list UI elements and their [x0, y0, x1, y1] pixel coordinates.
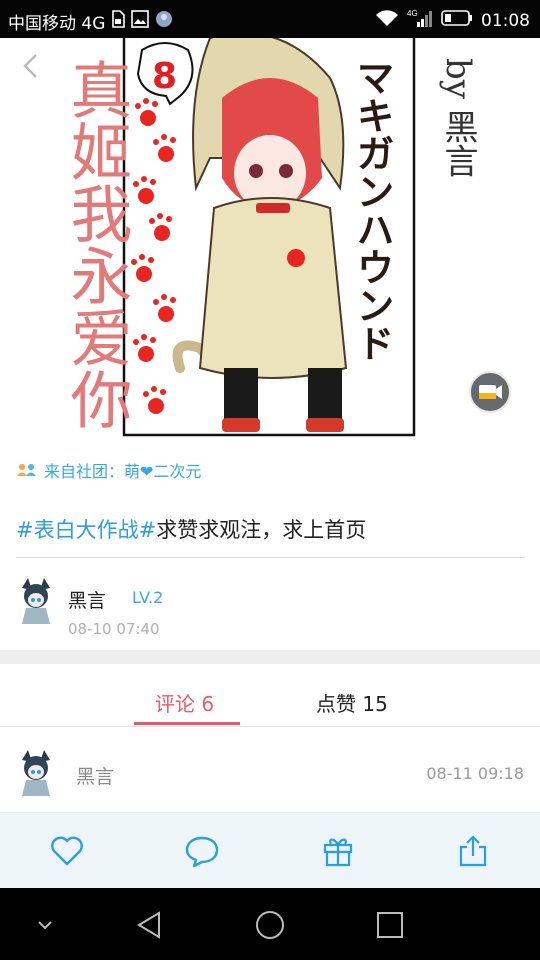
comment-button[interactable]: [184, 833, 220, 869]
hide-nav-button[interactable]: [28, 908, 62, 942]
badge-number: 8: [152, 56, 177, 97]
signature-text: by 黑言: [438, 58, 478, 178]
square-recents-icon: [377, 912, 403, 938]
divider: [16, 557, 525, 558]
battery-icon: [441, 9, 473, 32]
system-nav-bar: [0, 888, 540, 960]
hashtag-link[interactable]: #表白大作战#: [16, 518, 156, 542]
nav-back-button[interactable]: [133, 908, 167, 942]
section-separator: [0, 650, 540, 664]
share-button[interactable]: [455, 833, 491, 869]
avatar[interactable]: [16, 578, 56, 624]
network-type: 4G: [407, 9, 418, 18]
share-icon: [459, 835, 487, 867]
chevron-left-icon: [23, 54, 37, 78]
nav-recents-button[interactable]: [373, 908, 407, 942]
triangle-back-icon: [137, 911, 160, 939]
nav-home-button[interactable]: [253, 908, 287, 942]
circle-home-icon: [256, 911, 284, 939]
group-icon: [17, 464, 36, 476]
wifi-icon: [375, 9, 399, 32]
post-image[interactable]: 真姬我永爱你 by 黑言 マキガンハウンド 8: [0, 32, 540, 440]
illustration: 真姬我永爱你 by 黑言 マキガンハウンド 8: [60, 32, 478, 437]
author-info[interactable]: 黑言 LV.2 08-10 07:40: [16, 578, 526, 638]
tab-comments[interactable]: 评论 6: [155, 688, 214, 717]
carrier-text: 中国移动 4G: [8, 14, 106, 34]
post-timestamp: 08-10 07:40: [68, 620, 160, 638]
club-link[interactable]: 来自社团：萌❤二次元: [16, 458, 201, 482]
comment-like-tabs: 评论 6 点赞 15: [0, 664, 540, 727]
side-text-right: マキガンハウンド: [350, 58, 394, 362]
level-badge: LV.2: [132, 588, 164, 607]
gallery-icon: [131, 10, 150, 33]
camera-icon: [479, 385, 502, 399]
gift-button[interactable]: [320, 833, 356, 869]
back-button[interactable]: [18, 52, 46, 80]
like-button[interactable]: [49, 833, 85, 869]
clock: 01:08: [481, 10, 530, 31]
chevron-down-icon: [38, 921, 52, 930]
speech-bubble-icon: [185, 836, 219, 868]
author-name[interactable]: 黑言: [68, 586, 106, 613]
comment-author[interactable]: 黑言: [76, 762, 114, 789]
heart-icon: [51, 836, 83, 866]
side-text-left: 真姬我永爱你: [60, 58, 133, 430]
action-bar: [0, 812, 540, 889]
post-content: #表白大作战#求赞求观注，求上首页: [16, 514, 366, 544]
app-avatar-icon: [155, 10, 173, 33]
sim-icon: [111, 10, 126, 33]
video-toggle-button[interactable]: [469, 371, 511, 413]
tab-likes[interactable]: 点赞 15: [316, 688, 388, 717]
gift-icon: [323, 838, 353, 867]
comment-timestamp: 08-11 09:18: [426, 764, 524, 783]
active-tab-indicator: [134, 722, 240, 725]
comment-item[interactable]: 黑言 08-11 09:18: [16, 740, 526, 810]
status-bar: 中国移动 4G 4G 01:08: [0, 0, 540, 38]
avatar[interactable]: [16, 750, 56, 796]
club-label: 来自社团：萌❤二次元: [44, 462, 202, 481]
signal-icon: 4G: [407, 8, 433, 33]
post-body: 求赞求观注，求上首页: [156, 518, 367, 542]
